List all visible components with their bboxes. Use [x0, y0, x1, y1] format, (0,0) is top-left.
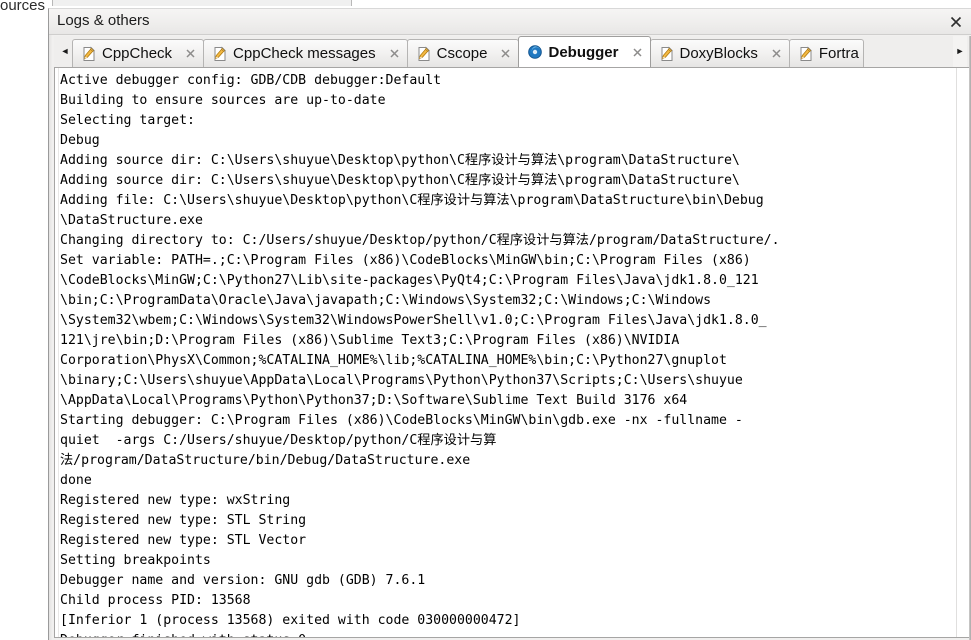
background-tab-remnant	[52, 0, 352, 6]
log-line: Child process PID: 13568	[60, 593, 251, 608]
tab-cscope[interactable]: Cscope	[406, 39, 520, 67]
log-line: quiet -args C:/Users/shuyue/Desktop/pyth…	[60, 433, 497, 448]
tab-close-icon[interactable]	[184, 47, 197, 60]
debugger-icon	[527, 44, 543, 60]
log-line: done	[60, 473, 92, 488]
document-icon	[416, 46, 432, 62]
pane-left-shading	[49, 9, 53, 640]
log-line: 121\jre\bin;D:\Program Files (x86)\Subli…	[60, 333, 680, 348]
ide-window: ources Logs & others ◄ CppCheck CppCheck …	[0, 0, 971, 640]
log-line: Adding source dir: C:\Users\shuyue\Deskt…	[60, 153, 740, 168]
log-line: Set variable: PATH=.;C:\Program Files (x…	[60, 253, 751, 268]
log-line: \binary;C:\Users\shuyue\AppData\Local\Pr…	[60, 373, 743, 388]
log-line: Debugger finished with status 0	[60, 631, 955, 637]
log-line: Selecting target:	[60, 113, 195, 128]
log-line: Setting breakpoints	[60, 553, 211, 568]
tab-scroll-right-button[interactable]: ►	[953, 36, 967, 67]
tab-strip: ◄ CppCheck CppCheck messages Cscope Debugge…	[54, 36, 969, 67]
tab-doxyblocks[interactable]: DoxyBlocks	[649, 39, 790, 67]
log-line: Debugger name and version: GNU gdb (GDB)…	[60, 573, 426, 588]
chevron-right-icon: ►	[955, 46, 965, 56]
log-gutter	[55, 68, 59, 637]
debugger-log-panel[interactable]: Active debugger config: GDB/CDB debugger…	[54, 67, 969, 638]
document-icon	[81, 46, 97, 62]
tab-cppcheck-messages[interactable]: CppCheck messages	[203, 39, 408, 67]
log-line: Adding file: C:\Users\shuyue\Desktop\pyt…	[60, 193, 764, 208]
pane-caption-bar: Logs & others	[49, 9, 971, 35]
log-line: Registered new type: wxString	[60, 493, 291, 508]
document-icon	[212, 46, 228, 62]
tab-close-icon[interactable]	[770, 47, 783, 60]
log-line: Registered new type: STL String	[60, 513, 307, 528]
tab-scroll-left-button[interactable]: ◄	[58, 36, 72, 67]
tab-close-icon[interactable]	[499, 47, 512, 60]
log-line: \System32\wbem;C:\Windows\System32\Windo…	[60, 313, 767, 328]
tab-label: Debugger	[548, 43, 619, 61]
close-icon[interactable]	[947, 13, 965, 31]
tab-debugger[interactable]: Debugger	[518, 36, 651, 67]
log-line: Adding source dir: C:\Users\shuyue\Deskt…	[60, 173, 740, 188]
chevron-left-icon: ◄	[60, 46, 70, 56]
log-line: \CodeBlocks\MinGW;C:\Python27\Lib\site-p…	[60, 273, 759, 288]
tab-close-icon[interactable]	[631, 46, 644, 59]
tab-fortra[interactable]: Fortra	[788, 39, 864, 67]
debugger-log-text[interactable]: Active debugger config: GDB/CDB debugger…	[60, 71, 955, 637]
tab-label: Fortra	[818, 45, 859, 62]
log-line: Active debugger config: GDB/CDB debugger…	[60, 73, 442, 88]
log-line: \AppData\Local\Programs\Python\Python37;…	[60, 393, 688, 408]
log-line: Registered new type: STL Vector	[60, 533, 307, 548]
log-line: \bin;C:\ProgramData\Oracle\Java\javapath…	[60, 293, 712, 308]
tab-cppcheck[interactable]: CppCheck	[72, 39, 205, 67]
logs-and-others-pane: Logs & others ◄ CppCheck CppCheck message…	[48, 8, 971, 640]
log-line: Corporation\PhysX\Common;%CATALINA_HOME%…	[60, 353, 727, 368]
tab-label: Cscope	[436, 45, 488, 62]
tab-label: CppCheck messages	[233, 45, 376, 62]
log-line: Debug	[60, 133, 100, 148]
log-line: Starting debugger: C:\Program Files (x86…	[60, 413, 743, 428]
log-line: Building to ensure sources are up-to-dat…	[60, 93, 386, 108]
tab-list: CppCheck CppCheck messages Cscope Debugger D…	[72, 36, 864, 67]
tab-close-icon[interactable]	[388, 47, 401, 60]
log-line: 法/program/DataStructure/bin/Debug/DataSt…	[60, 453, 471, 468]
log-line: [Inferior 1 (process 13568) exited with …	[60, 613, 521, 628]
pane-title: Logs & others	[57, 12, 150, 29]
log-line: Changing directory to: C:/Users/shuyue/D…	[60, 233, 780, 248]
background-tab-label: ources	[0, 0, 46, 14]
tab-label: CppCheck	[102, 45, 173, 62]
document-icon	[659, 46, 675, 62]
log-line: \DataStructure.exe	[60, 213, 203, 228]
document-icon	[798, 46, 814, 62]
log-vertical-scrollbar[interactable]	[956, 68, 969, 637]
tab-label: DoxyBlocks	[679, 45, 758, 62]
